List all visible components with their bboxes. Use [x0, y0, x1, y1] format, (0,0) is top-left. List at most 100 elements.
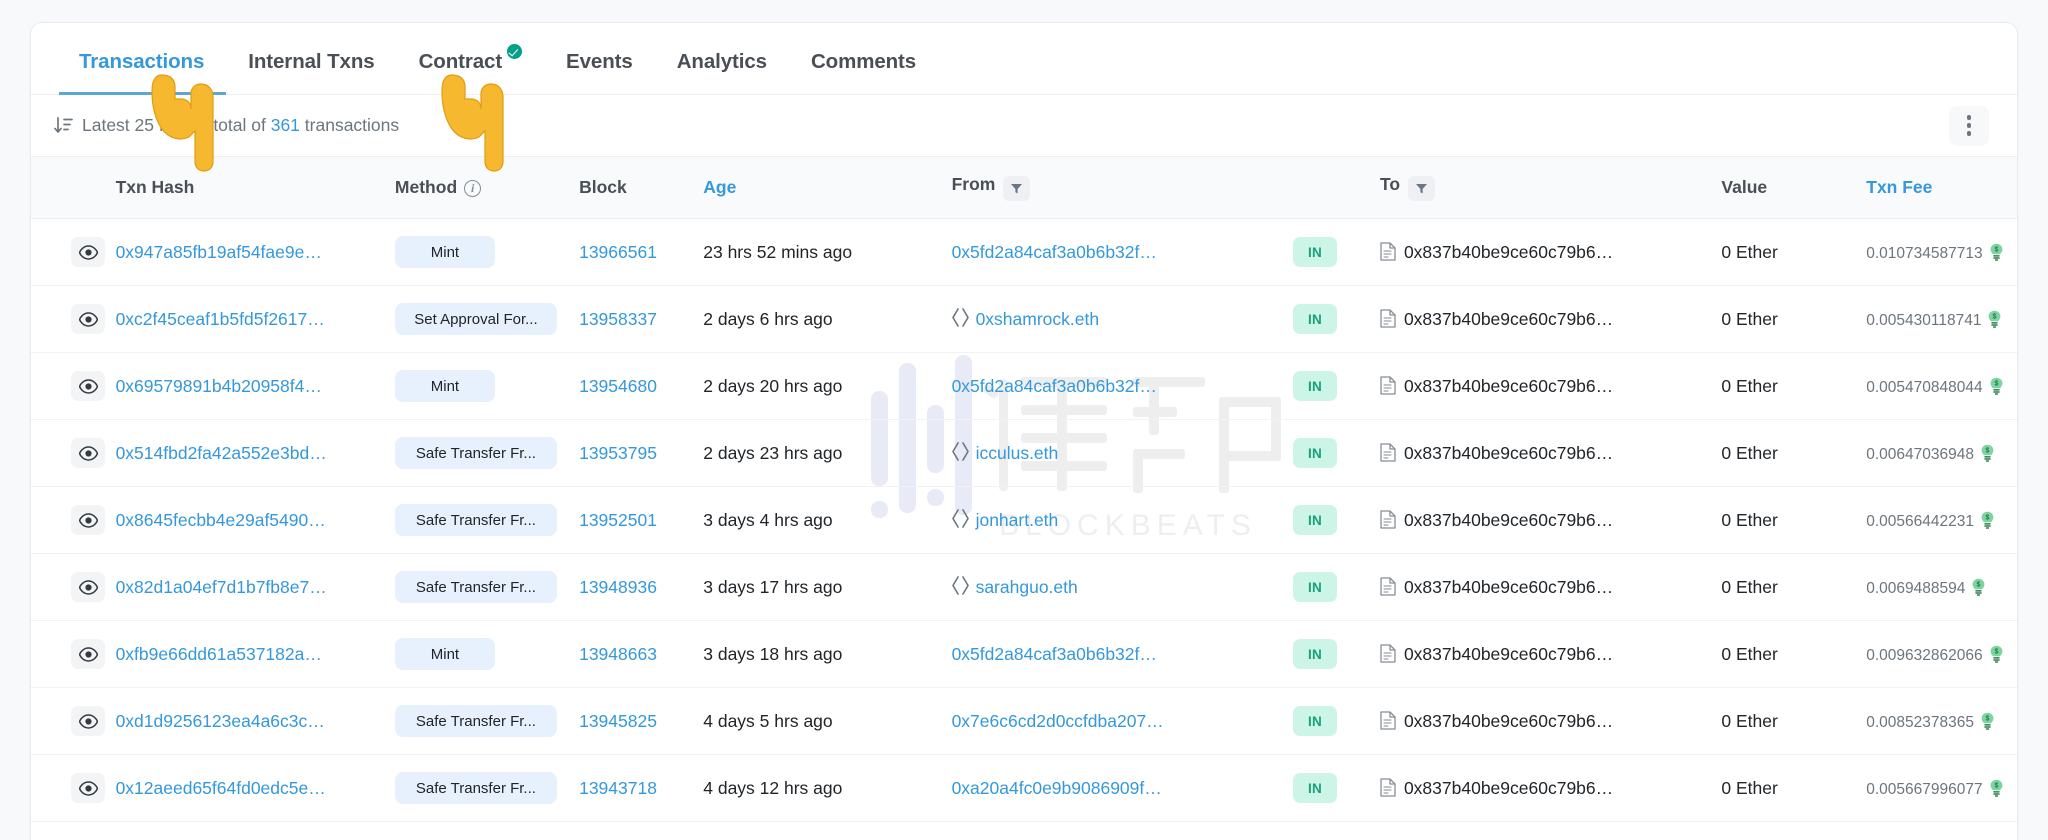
tab-contract[interactable]: Contract [397, 45, 544, 94]
kebab-menu-icon[interactable] [1949, 106, 1989, 146]
sort-descending-icon[interactable] [53, 115, 74, 136]
col-header-txn-hash: Txn Hash [108, 157, 387, 219]
method-badge[interactable]: Safe Transfer Fr... [395, 705, 557, 737]
row-from-cell: jonhart.eth [944, 487, 1285, 554]
eye-icon[interactable] [71, 706, 105, 736]
filter-icon-to[interactable] [1408, 176, 1435, 201]
col-header-txn-fee[interactable]: Txn Fee [1858, 157, 2017, 219]
eye-icon[interactable] [71, 773, 105, 803]
eye-icon[interactable] [71, 371, 105, 401]
row-block-cell: 13958337 [571, 286, 695, 353]
table-row: 0x514fbd2fa42a552e3bd… Safe Transfer Fr..… [31, 420, 2017, 487]
eye-icon[interactable] [71, 639, 105, 669]
to-address-text[interactable]: 0x837b40be9ce60c79b6… [1404, 510, 1613, 530]
txn-hash-link[interactable]: 0x514fbd2fa42a552e3bd… [116, 443, 327, 463]
filter-icon-from[interactable] [1003, 176, 1030, 201]
block-link[interactable]: 13958337 [579, 309, 657, 329]
to-address-text[interactable]: 0x837b40be9ce60c79b6… [1404, 778, 1613, 798]
to-address-text[interactable]: 0x837b40be9ce60c79b6… [1404, 309, 1613, 329]
info-icon[interactable]: i [464, 180, 481, 197]
from-address-link[interactable]: 0xa20a4fc0e9b9086909f… [952, 778, 1162, 798]
txn-hash-link[interactable]: 0x8645fecbb4e29af5490… [116, 510, 326, 530]
method-badge[interactable]: Safe Transfer Fr... [395, 772, 557, 804]
row-method-cell: Safe Transfer Fr... [387, 420, 571, 487]
eye-icon[interactable] [71, 438, 105, 468]
method-badge[interactable]: Mint [395, 236, 495, 268]
block-link[interactable]: 13943718 [579, 778, 657, 798]
txn-hash-link[interactable]: 0x947a85fb19af54fae9e… [116, 242, 322, 262]
method-badge[interactable]: Set Approval For... [395, 303, 557, 335]
contract-document-icon [1380, 577, 1396, 596]
txn-hash-link[interactable]: 0xc2f45ceaf1b5fd5f2617… [116, 309, 325, 329]
to-address-text[interactable]: 0x837b40be9ce60c79b6… [1404, 242, 1613, 262]
txn-hash-link[interactable]: 0x69579891b4b20958f4… [116, 376, 322, 396]
row-value-cell: 0 Ether [1713, 755, 1858, 822]
direction-badge: IN [1293, 572, 1337, 602]
to-address-text[interactable]: 0x837b40be9ce60c79b6… [1404, 443, 1613, 463]
block-link[interactable]: 13948663 [579, 644, 657, 664]
to-address-text[interactable]: 0x837b40be9ce60c79b6… [1404, 577, 1613, 597]
svg-text:$: $ [1994, 380, 1998, 387]
row-txn-hash-cell: 0xfb9e66dd61a537182a… [108, 621, 387, 688]
to-address-text[interactable]: 0x837b40be9ce60c79b6… [1404, 376, 1613, 396]
row-from-cell: 0x5fd2a84caf3a0b6b32f… [944, 353, 1285, 420]
row-age-cell: 4 days 5 hrs ago [695, 688, 943, 755]
from-address-link[interactable]: 0x5fd2a84caf3a0b6b32f… [952, 242, 1157, 262]
col-header-to-label: To [1380, 174, 1400, 194]
from-address-link[interactable]: icculus.eth [976, 443, 1059, 463]
from-address-link[interactable]: 0x5fd2a84caf3a0b6b32f… [952, 644, 1157, 664]
txn-fee-text: 0.010734587713 [1866, 245, 1982, 262]
direction-badge: IN [1293, 438, 1337, 468]
eye-icon[interactable] [71, 505, 105, 535]
block-link[interactable]: 13945825 [579, 711, 657, 731]
tab-analytics[interactable]: Analytics [655, 50, 789, 94]
block-link[interactable]: 13952501 [579, 510, 657, 530]
eye-icon[interactable] [71, 572, 105, 602]
table-row: 0xfb9e66dd61a537182a…Mint139486633 days … [31, 621, 2017, 688]
block-link[interactable]: 13966561 [579, 242, 657, 262]
direction-badge: IN [1293, 639, 1337, 669]
from-address-link[interactable]: jonhart.eth [976, 510, 1059, 530]
row-value-cell: 0 Ether [1713, 286, 1858, 353]
col-header-from: From [944, 157, 1285, 219]
row-txn-fee-cell: 0.0069488594$ [1858, 554, 2017, 621]
row-txn-fee-cell: 0.010734587713$ [1858, 219, 2017, 286]
contract-document-icon [1380, 711, 1396, 730]
ens-brackets-icon [952, 509, 969, 528]
from-address-link[interactable]: 0xshamrock.eth [976, 309, 1100, 329]
row-direction-cell: IN [1285, 621, 1372, 688]
row-method-cell: Safe Transfer Fr... [387, 487, 571, 554]
tab-internal-txns[interactable]: Internal Txns [226, 50, 396, 94]
txn-fee-text: 0.00647036948 [1866, 446, 1974, 463]
to-address-text[interactable]: 0x837b40be9ce60c79b6… [1404, 711, 1613, 731]
tab-comments[interactable]: Comments [789, 50, 938, 94]
txn-hash-link[interactable]: 0x12aeed65f64fd0edc5e… [116, 778, 326, 798]
row-eye-cell [31, 621, 108, 688]
eye-icon[interactable] [71, 237, 105, 267]
tab-events[interactable]: Events [544, 50, 655, 94]
from-address-link[interactable]: 0x7e6c6cd2d0ccfdba207… [952, 711, 1164, 731]
txn-hash-link[interactable]: 0x82d1a04ef7d1b7fb8e7… [116, 577, 327, 597]
gas-price-bulb-icon: $ [1987, 310, 2002, 328]
eye-icon[interactable] [71, 304, 105, 334]
row-block-cell: 13966561 [571, 219, 695, 286]
block-link[interactable]: 13948936 [579, 577, 657, 597]
block-link[interactable]: 13953795 [579, 443, 657, 463]
col-header-age[interactable]: Age [695, 157, 943, 219]
table-row: 0x69579891b4b20958f4…Mint139546802 days … [31, 353, 2017, 420]
tab-transactions[interactable]: Transactions [59, 50, 226, 94]
method-badge[interactable]: Safe Transfer Fr... [395, 571, 557, 603]
method-badge[interactable]: Mint [395, 370, 495, 402]
method-badge[interactable]: Safe Transfer Fr... [395, 504, 557, 536]
row-value-cell: 0 Ether [1713, 621, 1858, 688]
from-address-link[interactable]: sarahguo.eth [976, 577, 1078, 597]
method-badge[interactable]: Safe Transfer Fr... [395, 437, 557, 469]
txn-hash-link[interactable]: 0xd1d9256123ea4a6c3c… [116, 711, 325, 731]
txn-hash-link[interactable]: 0xfb9e66dd61a537182a… [116, 644, 322, 664]
row-direction-cell: IN [1285, 688, 1372, 755]
method-badge[interactable]: Mint [395, 638, 495, 670]
from-address-link[interactable]: 0x5fd2a84caf3a0b6b32f… [952, 376, 1157, 396]
to-address-text[interactable]: 0x837b40be9ce60c79b6… [1404, 644, 1613, 664]
contract-document-icon [1380, 309, 1396, 328]
block-link[interactable]: 13954680 [579, 376, 657, 396]
